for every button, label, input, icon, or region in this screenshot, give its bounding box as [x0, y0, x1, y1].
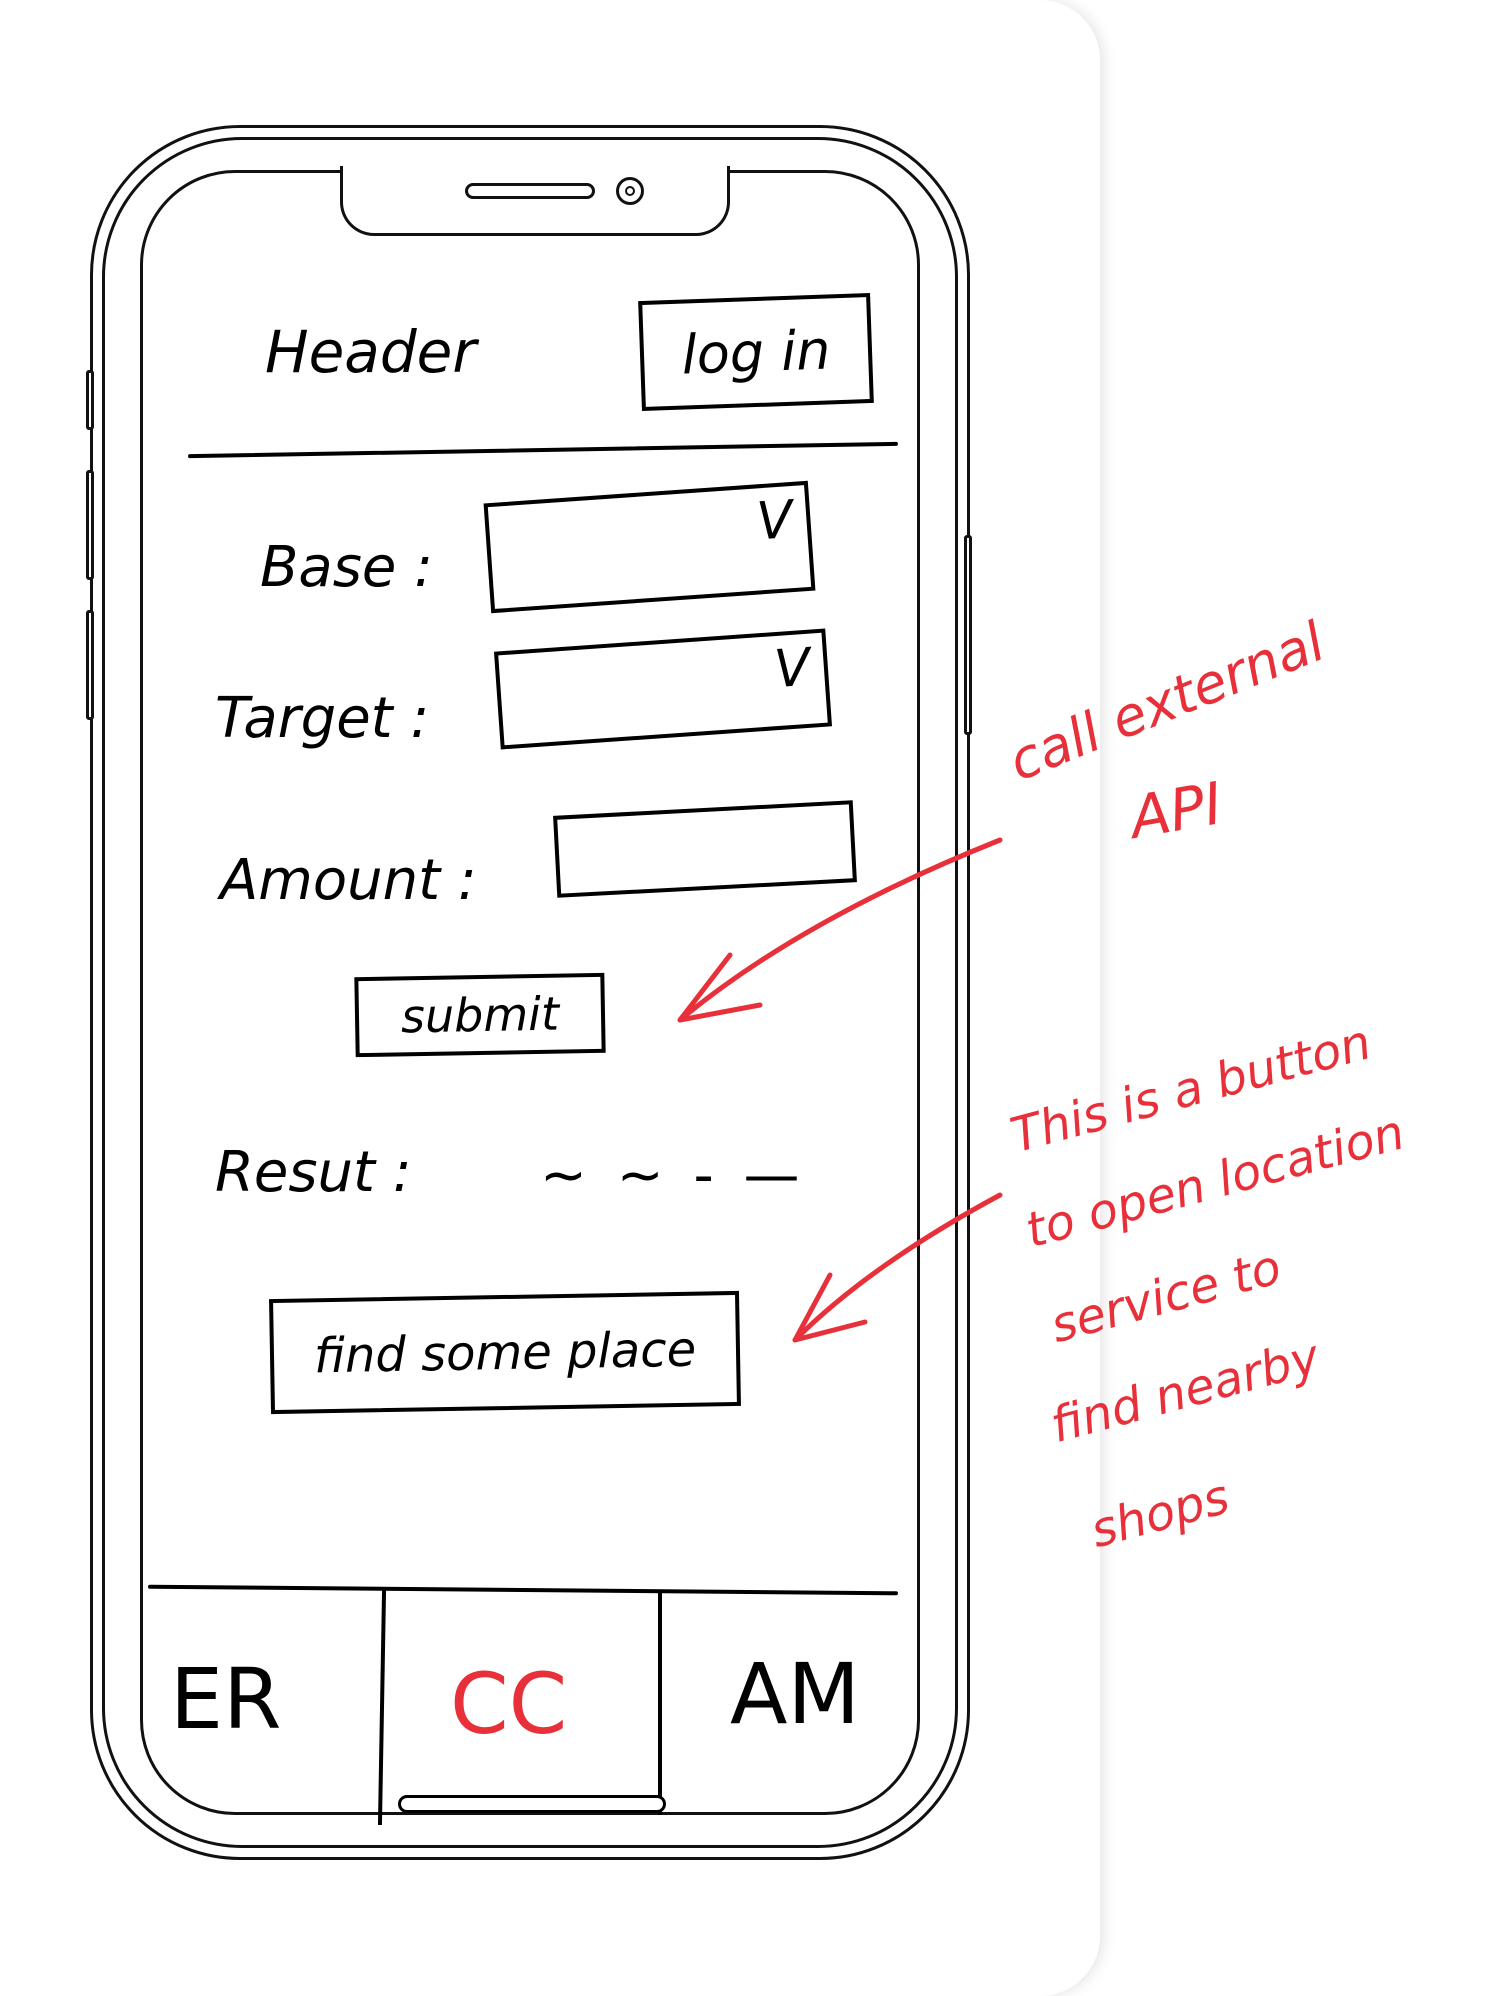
annotation-arrows [677, 837, 1003, 1343]
arrow-to-submit [677, 837, 1003, 1023]
arrow-to-find [792, 1192, 1003, 1343]
